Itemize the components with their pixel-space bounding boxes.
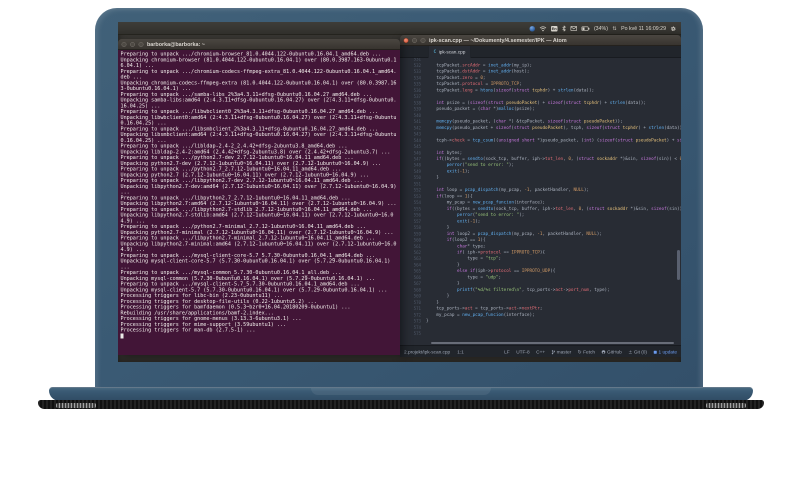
atom-titlebar[interactable]: ipk-scan.cpp — ~/Dokumenty/4.semester/IP… xyxy=(400,35,681,46)
status-update[interactable]: 1 update xyxy=(653,349,677,355)
battery-percentage: (34%) xyxy=(593,25,608,32)
atom-window-title: ipk-scan.cpp — ~/Dokumenty/4.semester/IP… xyxy=(429,37,567,44)
line-number: 575 xyxy=(413,331,421,337)
atom-maximize-button[interactable] xyxy=(420,38,426,43)
updown-icon[interactable]: ⇅ xyxy=(612,26,616,32)
laptop-base xyxy=(49,387,753,401)
tab-bar: C ipk-scan.cpp xyxy=(400,46,681,58)
tab-ipk-scan[interactable]: C ipk-scan.cpp xyxy=(428,46,471,58)
status-language[interactable]: C++ xyxy=(536,349,545,355)
status-branch[interactable]: master xyxy=(551,349,571,355)
status-fetch[interactable]: ↻ Fetch xyxy=(578,349,595,355)
github-icon xyxy=(601,350,606,354)
screen-desktop: En (34%) ⇅ Po kvě 11 16:09:29 barborka@b… xyxy=(118,22,681,362)
rubber-foot-right xyxy=(706,403,746,408)
keyboard-indicator[interactable]: En xyxy=(550,25,558,32)
terminal-cursor xyxy=(120,333,124,339)
atom-minimize-button[interactable] xyxy=(412,38,417,43)
app-icon[interactable] xyxy=(529,25,535,32)
status-git[interactable]: ± Git (0) xyxy=(628,349,647,355)
status-encoding[interactable]: UTF-8 xyxy=(516,349,529,355)
code-editor[interactable]: 530 tcph->urg_ptr = 0;531532 tcpPacket.s… xyxy=(400,58,681,345)
laptop-mockup: En (34%) ⇅ Po kvě 11 16:09:29 barborka@b… xyxy=(0,0,800,477)
laptop-bottom-edge xyxy=(38,400,764,409)
session-gear-icon[interactable] xyxy=(670,26,677,32)
mail-icon[interactable] xyxy=(570,26,577,31)
cpp-file-icon: C xyxy=(433,49,437,55)
terminal-window: barborka@barborka: ~ Preparing to unpack… xyxy=(118,39,400,355)
branch-icon xyxy=(551,350,556,354)
code-line: 575 xyxy=(400,331,681,337)
clock[interactable]: Po kvě 11 16:09:29 xyxy=(621,26,666,32)
status-bar: 2.projekt/ipk-scan.cpp 1:1 LF UTF-8 C++ … xyxy=(400,345,681,357)
tab-label: ipk-scan.cpp xyxy=(438,49,466,55)
terminal-text: Preparing to unpack .../chromium-browser… xyxy=(118,50,400,341)
git-diff-icon: ± xyxy=(628,349,633,355)
atom-window: ipk-scan.cpp — ~/Dokumenty/4.semester/IP… xyxy=(400,35,681,357)
status-file-path[interactable]: 2.projekt/ipk-scan.cpp xyxy=(404,349,450,355)
status-github[interactable]: GitHub xyxy=(601,349,622,355)
atom-close-button[interactable] xyxy=(403,38,409,43)
fetch-icon: ↻ xyxy=(577,349,582,355)
wifi-icon[interactable] xyxy=(539,26,547,32)
rubber-foot-left xyxy=(56,403,96,408)
laptop-base-notch xyxy=(311,388,491,395)
terminal-titlebar[interactable]: barborka@barborka: ~ xyxy=(118,39,400,50)
battery-icon[interactable] xyxy=(581,26,590,31)
terminal-minimize-button[interactable] xyxy=(130,42,135,47)
terminal-title: barborka@barborka: ~ xyxy=(147,41,205,48)
terminal-output[interactable]: Preparing to unpack .../chromium-browser… xyxy=(118,50,400,355)
status-cursor-position[interactable]: 1:1 xyxy=(457,349,464,355)
terminal-close-button[interactable] xyxy=(121,42,127,47)
update-icon xyxy=(653,350,657,354)
bluetooth-icon[interactable] xyxy=(562,25,566,32)
code-lines: 530 tcph->urg_ptr = 0;531532 tcpPacket.s… xyxy=(400,58,681,337)
top-panel: En (34%) ⇅ Po kvě 11 16:09:29 xyxy=(118,22,681,35)
terminal-maximize-button[interactable] xyxy=(138,42,144,47)
status-line-ending[interactable]: LF xyxy=(504,349,510,355)
vertical-scrollbar[interactable] xyxy=(677,250,680,280)
horizontal-scrollbar[interactable] xyxy=(431,342,674,344)
